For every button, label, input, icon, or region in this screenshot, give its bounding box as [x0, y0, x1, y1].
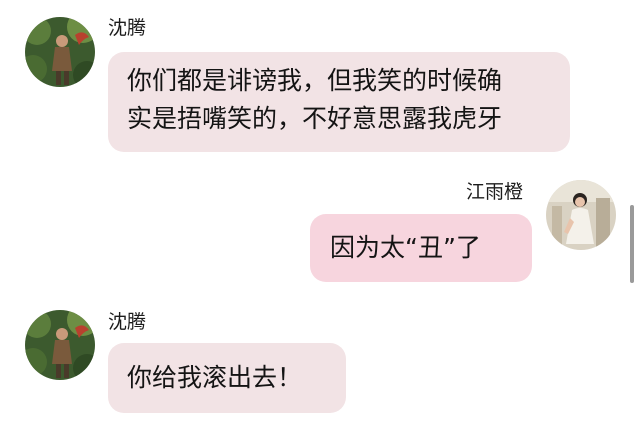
sender-name: 沈腾 — [108, 311, 147, 333]
message-bubble[interactable]: 你给我滚出去！ — [108, 343, 346, 413]
man-in-jungle-avatar-icon — [25, 310, 95, 380]
message-incoming: 沈腾 你给我滚出去！ — [0, 0, 640, 433]
chat-view: 沈腾 你们都是诽谤我，但我笑的时候确 实是捂嘴笑的，不好意思露我虎牙 江雨橙 因… — [0, 0, 640, 433]
message-text-line: 你给我滚出去！ — [127, 363, 303, 392]
scrollbar[interactable] — [630, 205, 634, 283]
sender-avatar[interactable] — [25, 310, 95, 380]
